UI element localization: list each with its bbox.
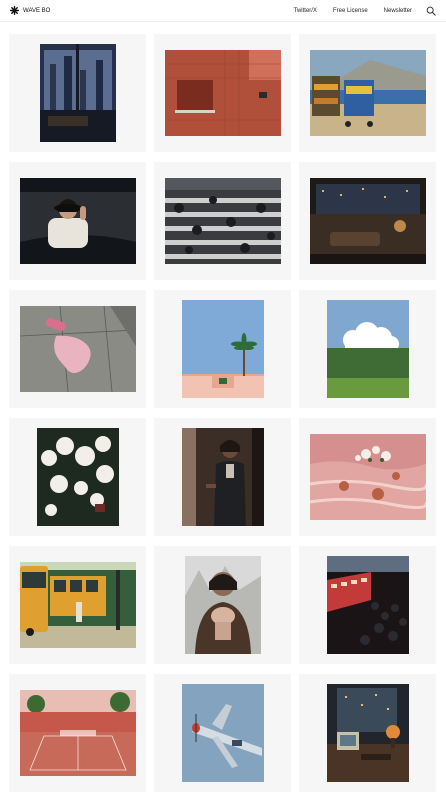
photo-red-tile-bathroom bbox=[164, 50, 281, 136]
photo-retro-computer-desk bbox=[326, 684, 409, 782]
gallery-card[interactable] bbox=[154, 162, 291, 280]
photo-woman-in-doorway bbox=[181, 428, 264, 526]
photo-subway-crowd bbox=[326, 556, 409, 654]
photo-yellow-bus-illustration bbox=[19, 562, 136, 648]
search-icon bbox=[426, 6, 436, 16]
photo-cloud-over-trees bbox=[326, 300, 409, 398]
photo-gallery bbox=[9, 34, 437, 792]
photo-pink-spill-sidewalk bbox=[19, 306, 136, 392]
gallery-card[interactable] bbox=[299, 290, 436, 408]
gallery-card[interactable] bbox=[299, 162, 436, 280]
nav-free-license-link[interactable]: Free License bbox=[333, 8, 368, 14]
gallery-card[interactable] bbox=[154, 34, 291, 152]
gallery-card[interactable] bbox=[299, 674, 436, 792]
gallery-card[interactable] bbox=[154, 418, 291, 536]
gallery-card[interactable] bbox=[9, 674, 146, 792]
gallery-card[interactable] bbox=[9, 418, 146, 536]
photo-man-holding-child bbox=[184, 556, 261, 654]
top-bar: WAVE BO Twitter/X Free License Newslette… bbox=[0, 0, 446, 22]
photo-palm-basketball-court bbox=[181, 300, 264, 398]
gallery-card[interactable] bbox=[9, 162, 146, 280]
gallery-card[interactable] bbox=[9, 34, 146, 152]
photo-fruit-stand-coast bbox=[309, 50, 426, 136]
nav-newsletter-link[interactable]: Newsletter bbox=[384, 8, 412, 14]
main-nav: Twitter/X Free License Newsletter bbox=[278, 0, 436, 22]
nav-twitter-link[interactable]: Twitter/X bbox=[294, 8, 317, 14]
gallery-card[interactable] bbox=[154, 674, 291, 792]
gallery-card[interactable] bbox=[299, 546, 436, 664]
photo-crosswalk-crowd bbox=[164, 178, 281, 264]
photo-pink-water-fruits bbox=[309, 434, 426, 520]
gallery-card[interactable] bbox=[299, 418, 436, 536]
brand-name: WAVE BO bbox=[23, 7, 51, 14]
photo-city-office-window bbox=[39, 44, 116, 142]
photo-white-flowers bbox=[36, 428, 119, 526]
photo-red-tennis-court bbox=[19, 690, 136, 776]
gallery-card[interactable] bbox=[154, 546, 291, 664]
photo-woman-in-car bbox=[19, 178, 136, 264]
gallery-card[interactable] bbox=[9, 546, 146, 664]
gallery-card[interactable] bbox=[154, 290, 291, 408]
gallery-card[interactable] bbox=[299, 34, 436, 152]
photo-luxury-night-apartment bbox=[309, 178, 426, 264]
photo-vintage-airplane bbox=[181, 684, 264, 782]
gallery-card[interactable] bbox=[9, 290, 146, 408]
search-button[interactable] bbox=[426, 6, 436, 16]
brand-link[interactable]: WAVE BO bbox=[10, 6, 50, 15]
asterisk-logo-icon bbox=[10, 6, 19, 15]
